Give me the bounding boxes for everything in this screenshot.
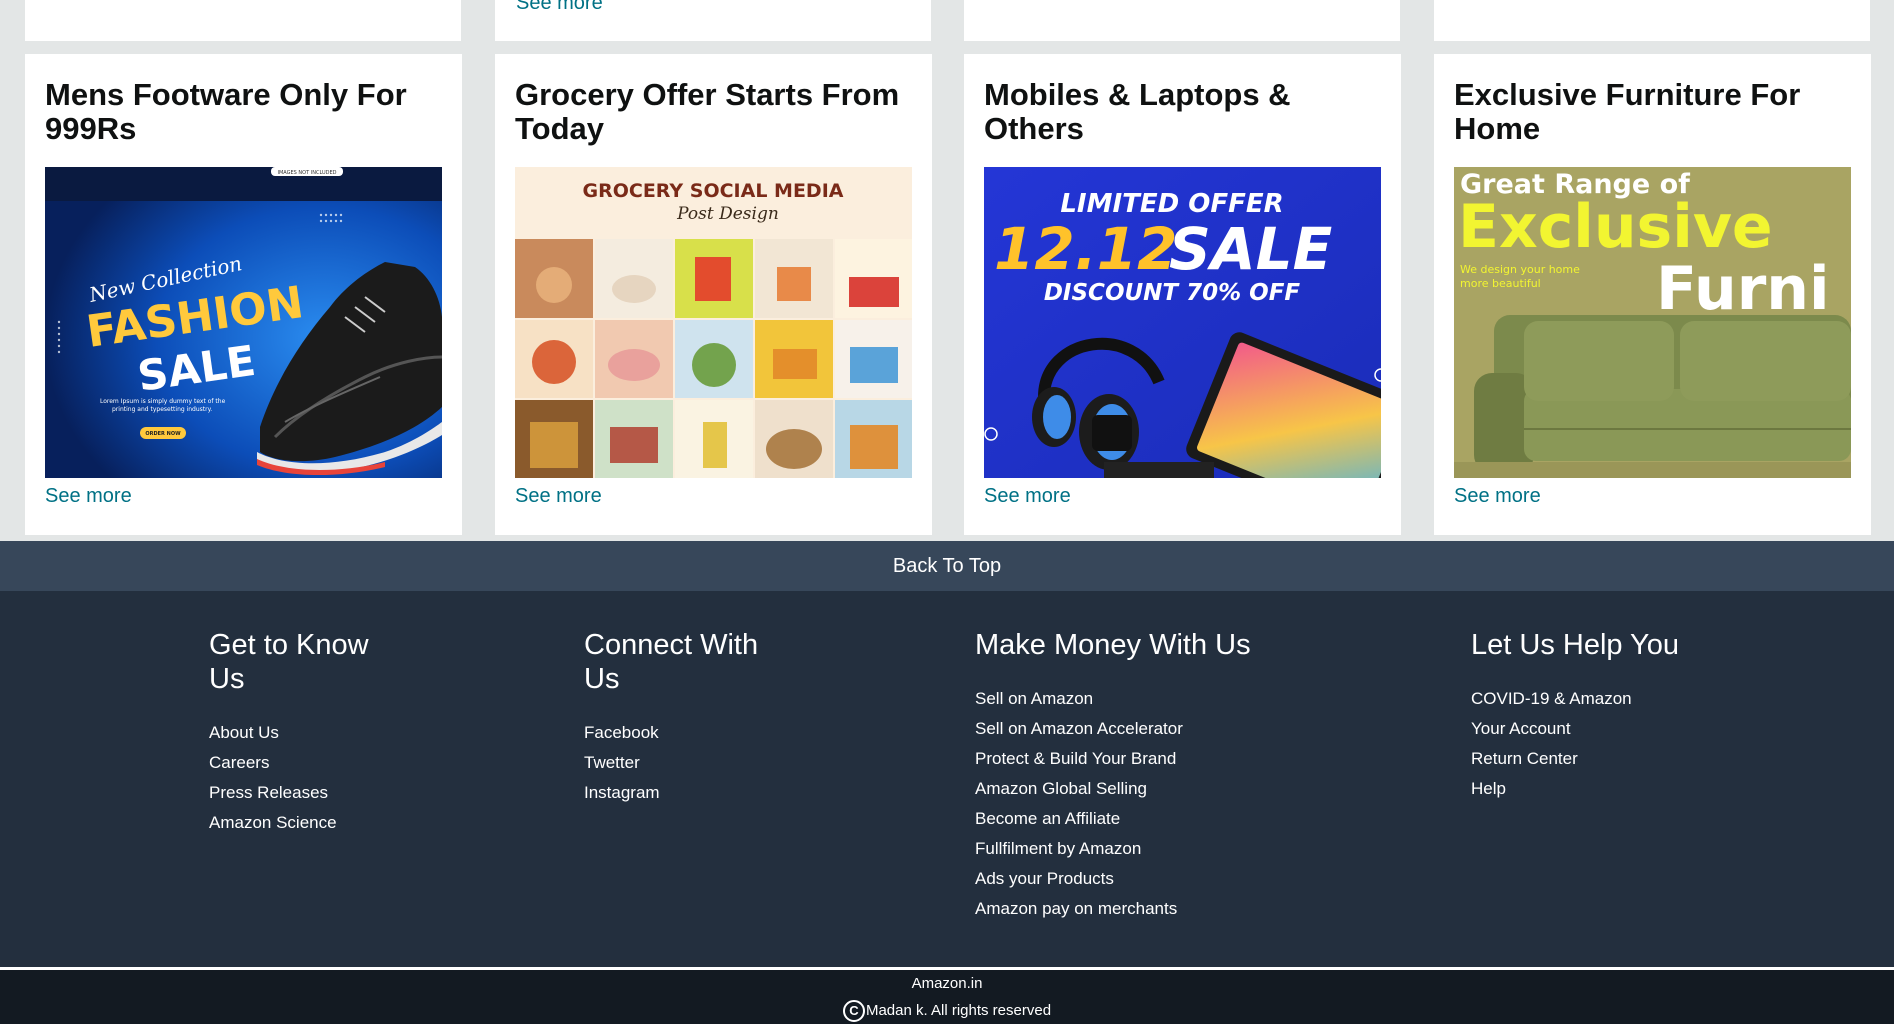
footer-link-global-selling[interactable]: Amazon Global Selling <box>975 774 1251 804</box>
footer-column-title: Connect With Us <box>584 629 759 695</box>
svg-text:IMAGES NOT INCLUDED: IMAGES NOT INCLUDED <box>278 170 337 176</box>
site-footer: Get to Know Us About Us Careers Press Rel… <box>0 591 1894 967</box>
fashion-sale-banner: IMAGES NOT INCLUDED New Collection FASHI… <box>45 167 442 478</box>
svg-text:Post Design: Post Design <box>676 204 779 224</box>
see-more-link[interactable]: See more <box>516 0 603 15</box>
footer-link-help[interactable]: Help <box>1471 774 1679 804</box>
copyright-icon: C <box>842 1000 865 1022</box>
footer-bottom-bar: Amazon.in C Madan k. All rights reserved <box>0 970 1894 1024</box>
electronics-sale-image[interactable]: LIMITED OFFER 12.12 SALE DISCOUNT 70% OF… <box>984 167 1381 478</box>
card-title: Mens Footware Only For 999Rs <box>45 77 407 146</box>
footer-link-sell-accelerator[interactable]: Sell on Amazon Accelerator <box>975 714 1251 744</box>
footer-link-press-releases[interactable]: Press Releases <box>209 778 369 808</box>
previous-card-4 <box>1434 0 1870 41</box>
card-title: Grocery Offer Starts From Today <box>515 77 900 146</box>
grocery-collage-banner: GROCERY SOCIAL MEDIA Post Design <box>515 167 912 478</box>
footer-column-help: Let Us Help You COVID-19 & Amazon Your A… <box>1471 628 1679 804</box>
footer-link-sell-on-amazon[interactable]: Sell on Amazon <box>975 684 1251 714</box>
product-card-footwear: Mens Footware Only For 999Rs IMAGES NOT … <box>25 54 462 535</box>
footer-link-twitter[interactable]: Twetter <box>584 748 758 778</box>
electronics-sale-banner: LIMITED OFFER 12.12 SALE DISCOUNT 70% OF… <box>984 167 1381 478</box>
footer-link-fulfilment[interactable]: Fullfilment by Amazon <box>975 834 1251 864</box>
site-name: Amazon.in <box>911 975 983 992</box>
svg-text:more beautiful: more beautiful <box>1460 277 1541 290</box>
svg-text:We design your home: We design your home <box>1460 263 1580 276</box>
footer-link-affiliate[interactable]: Become an Affiliate <box>975 804 1251 834</box>
svg-text:Exclusive: Exclusive <box>1458 192 1773 262</box>
svg-text:printing and typesetting indus: printing and typesetting industry. <box>112 406 212 413</box>
footer-link-amazon-science[interactable]: Amazon Science <box>209 808 369 838</box>
previous-card-1 <box>25 0 461 41</box>
product-card-grocery: Grocery Offer Starts From Today GROCERY … <box>495 54 932 535</box>
footer-column-title: Make Money With Us <box>975 629 1251 661</box>
product-card-furniture: Exclusive Furniture For Home Great Range… <box>1434 54 1871 535</box>
back-to-top-button[interactable]: Back To Top <box>0 541 1894 591</box>
footer-link-ads-products[interactable]: Ads your Products <box>975 864 1251 894</box>
footer-link-careers[interactable]: Careers <box>209 748 369 778</box>
product-card-electronics: Mobiles & Laptops & Others LIMITED OFFER… <box>964 54 1401 535</box>
previous-card-2: See more <box>495 0 931 41</box>
previous-card-3 <box>964 0 1400 41</box>
previous-card-row: See more <box>0 0 1894 41</box>
svg-text:SALE: SALE <box>1169 215 1332 283</box>
footer-link-instagram[interactable]: Instagram <box>584 778 758 808</box>
footer-column-make-money: Make Money With Us Sell on Amazon Sell o… <box>975 628 1251 924</box>
card-title: Exclusive Furniture For Home <box>1454 77 1801 146</box>
footer-link-your-account[interactable]: Your Account <box>1471 714 1679 744</box>
svg-text:ORDER NOW: ORDER NOW <box>145 431 181 437</box>
sofa-illustration <box>1454 315 1851 478</box>
svg-text:DISCOUNT 70% OFF: DISCOUNT 70% OFF <box>1044 280 1301 306</box>
svg-text:Lorem Ipsum is simply dummy te: Lorem Ipsum is simply dummy text of the <box>100 398 226 405</box>
svg-text:Furni: Furni <box>1656 254 1830 324</box>
footer-link-facebook[interactable]: Facebook <box>584 718 758 748</box>
svg-text:GROCERY SOCIAL MEDIA: GROCERY SOCIAL MEDIA <box>583 180 844 202</box>
furniture-offer-image[interactable]: Great Range of Exclusive We design your … <box>1454 167 1851 478</box>
furniture-banner: Great Range of Exclusive We design your … <box>1454 167 1851 478</box>
footer-column-get-to-know: Get to Know Us About Us Careers Press Rel… <box>209 628 369 838</box>
see-more-link[interactable]: See more <box>45 485 132 508</box>
card-title: Mobiles & Laptops & Others <box>984 77 1291 146</box>
copyright-line: C Madan k. All rights reserved <box>0 1000 1894 1022</box>
footer-link-protect-brand[interactable]: Protect & Build Your Brand <box>975 744 1251 774</box>
see-more-link[interactable]: See more <box>1454 485 1541 508</box>
footer-link-covid[interactable]: COVID-19 & Amazon <box>1471 684 1679 714</box>
footer-link-amazon-pay[interactable]: Amazon pay on merchants <box>975 894 1251 924</box>
svg-text:12.12: 12.12 <box>994 215 1177 283</box>
footer-column-title: Get to Know Us <box>209 629 369 695</box>
copyright-text: Madan k. All rights reserved <box>865 1001 1052 1019</box>
footwear-sale-image[interactable]: IMAGES NOT INCLUDED New Collection FASHI… <box>45 167 442 478</box>
footer-column-title: Let Us Help You <box>1471 629 1679 661</box>
see-more-link[interactable]: See more <box>515 485 602 508</box>
footer-column-connect: Connect With Us Facebook Twetter Instagra… <box>584 628 758 808</box>
footer-link-return-center[interactable]: Return Center <box>1471 744 1679 774</box>
see-more-link[interactable]: See more <box>984 485 1071 508</box>
grocery-offer-image[interactable]: GROCERY SOCIAL MEDIA Post Design <box>515 167 912 478</box>
footer-link-about-us[interactable]: About Us <box>209 718 369 748</box>
